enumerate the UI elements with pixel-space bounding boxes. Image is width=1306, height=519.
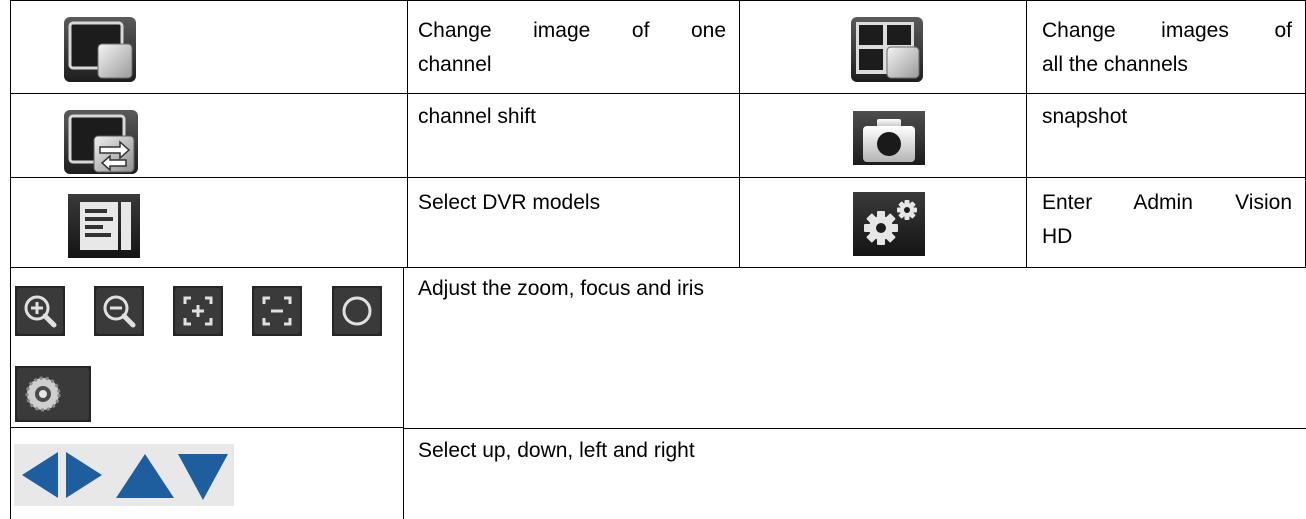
table-border-top (10, 0, 1306, 1)
table-border-left (10, 0, 11, 519)
direction-arrows (14, 444, 234, 506)
table-row-divider-4b (403, 428, 1306, 429)
channel-shift-icon[interactable] (64, 110, 138, 174)
row2-col2-description: snapshot (1042, 105, 1128, 128)
focus-near-icon[interactable] (173, 286, 223, 336)
row2-col1-description: channel shift (418, 105, 536, 128)
row4-description: Adjust the zoom, focus and iris (418, 277, 704, 300)
row3-col2-description-line2: HD (1042, 225, 1073, 248)
row5-description: Select up, down, left and right (418, 439, 695, 462)
row3-col1-description: Select DVR models (418, 191, 601, 214)
settings-gears-icon[interactable] (853, 192, 925, 256)
zoom-out-icon[interactable] (94, 286, 144, 336)
single-channel-image-icon[interactable] (64, 17, 136, 82)
focus-far-icon[interactable] (252, 286, 302, 336)
all-channels-images-icon[interactable] (851, 17, 923, 82)
table-row-divider-1 (10, 93, 1306, 94)
row3-col2-description-line1: Enter Admin Vision (1042, 191, 1292, 214)
table-row-divider-4 (10, 427, 403, 428)
iris-open-icon[interactable] (15, 366, 91, 422)
table-row-divider-2 (10, 177, 1306, 178)
dvr-models-list-icon[interactable] (68, 194, 140, 258)
table-col-divider-2 (739, 0, 740, 267)
zoom-in-icon[interactable] (15, 286, 65, 336)
row1-col1-description-line1: Change image of one (418, 19, 726, 42)
camera-icon[interactable] (853, 111, 925, 165)
iris-close-icon[interactable] (332, 286, 382, 336)
row1-col2-description-line1: Change images of (1042, 19, 1292, 42)
row1-col1-description-line2: channel (418, 53, 492, 76)
table-col-divider-1b (403, 267, 404, 519)
table-row-divider-3 (10, 267, 1306, 268)
table-col-divider-3 (1026, 0, 1027, 267)
row1-col2-description-line2: all the channels (1042, 53, 1188, 76)
table-col-divider-1 (407, 0, 408, 267)
